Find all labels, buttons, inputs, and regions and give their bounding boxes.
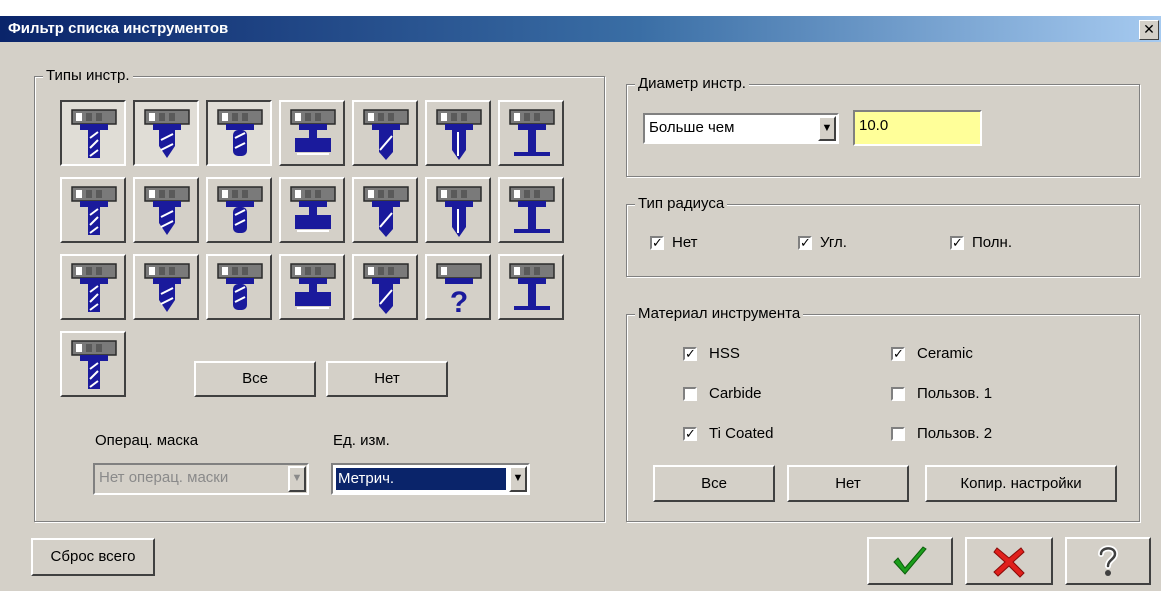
diameter-legend: Диаметр инстр.	[635, 75, 749, 92]
spiral-drill-icon	[71, 340, 117, 389]
units-select[interactable]: Метрич. ▼	[331, 463, 530, 495]
radius-option-label: Полн.	[972, 234, 1012, 251]
radius-option-label: Нет	[672, 234, 698, 251]
cancel-button[interactable]	[965, 537, 1053, 585]
flat-end-mill-icon	[71, 109, 117, 158]
tool-type-button-countersink[interactable]	[498, 254, 564, 320]
radius-option-label: Угл.	[820, 234, 847, 251]
units-label: Ед. изм.	[333, 432, 390, 449]
material-none-button[interactable]: Нет	[787, 465, 909, 502]
tool-types-legend: Типы инстр.	[43, 67, 133, 84]
op-mask-label: Операц. маска	[95, 432, 199, 449]
radius-checkbox[interactable]: ✓	[950, 236, 964, 250]
radius-type-legend: Тип радиуса	[635, 195, 728, 212]
material-option-label: Ti Coated	[709, 425, 774, 442]
tool-type-button-step-drill[interactable]	[279, 254, 345, 320]
engrave-tool-icon	[363, 263, 409, 314]
dialog-window: Фильтр списка инструментов ✕ Типы инстр.	[0, 0, 1161, 591]
unknown-tool-icon: ?	[436, 263, 482, 316]
material-checkbox[interactable]	[683, 387, 697, 401]
slot-mill-icon	[290, 109, 336, 155]
units-value: Метрич.	[335, 467, 507, 491]
copy-settings-button[interactable]: Копир. настройки	[925, 465, 1117, 502]
reamer-icon	[290, 186, 336, 232]
keyseat-cutter-icon	[144, 263, 190, 312]
ok-button[interactable]	[867, 537, 953, 585]
material-checkbox[interactable]	[891, 427, 905, 441]
tool-type-button-reamer[interactable]	[279, 177, 345, 243]
chevron-down-icon: ▼	[509, 466, 527, 492]
question-icon	[1098, 545, 1119, 576]
material-all-button[interactable]: Все	[653, 465, 775, 502]
tool-type-button-drill[interactable]	[352, 100, 418, 166]
tool-type-button-dovetail-mill[interactable]	[133, 177, 199, 243]
op-mask-select[interactable]: Нет операц. маски ▼	[93, 463, 309, 495]
tap-icon	[509, 186, 555, 233]
tool-type-button-bull-nose-mill[interactable]	[206, 100, 272, 166]
tool-type-button-chamfer-mill[interactable]	[60, 177, 126, 243]
x-icon	[993, 547, 1025, 578]
tool-type-button-counterbore[interactable]	[425, 177, 491, 243]
spot-drill-icon	[217, 263, 263, 310]
material-option-label: Ceramic	[917, 345, 973, 362]
tool-type-button-engrave-tool[interactable]	[352, 254, 418, 320]
checkmark-icon	[893, 546, 927, 575]
boring-bar-icon	[363, 186, 409, 237]
diameter-compare-select[interactable]: Больше чем ▼	[643, 113, 839, 144]
tool-type-button-slot-mill[interactable]	[279, 100, 345, 166]
material-legend: Материал инструмента	[635, 305, 804, 322]
radius-checkbox[interactable]: ✓	[798, 236, 812, 250]
top-strip	[0, 0, 1161, 16]
counterbore-icon	[436, 186, 482, 237]
material-checkbox[interactable]: ✓	[683, 347, 697, 361]
window-title: Фильтр списка инструментов	[8, 20, 229, 37]
tool-type-button-center-drill[interactable]	[425, 100, 491, 166]
tool-type-button-flat-end-mill[interactable]	[60, 100, 126, 166]
material-checkbox[interactable]: ✓	[891, 347, 905, 361]
svg-text:?: ?	[450, 286, 468, 316]
tool-type-button-thread-mill[interactable]	[60, 254, 126, 320]
chevron-down-icon: ▼	[288, 466, 306, 492]
bull-nose-mill-icon	[217, 109, 263, 156]
material-option-label: Пользов. 1	[917, 385, 993, 402]
help-button[interactable]	[1065, 537, 1151, 585]
material-option-label: Carbide	[709, 385, 762, 402]
tool-type-button-lollipop-mill[interactable]	[206, 177, 272, 243]
material-checkbox[interactable]	[891, 387, 905, 401]
lollipop-mill-icon	[217, 186, 263, 233]
reset-all-button[interactable]: Сброс всего	[31, 538, 155, 576]
tool-type-button-spot-drill[interactable]	[206, 254, 272, 320]
tool-type-button-ball-end-mill[interactable]	[133, 100, 199, 166]
step-drill-icon	[290, 263, 336, 309]
face-mill-icon	[509, 109, 555, 156]
drill-icon	[363, 109, 409, 160]
diameter-value: 10.0	[859, 117, 889, 134]
center-drill-icon	[436, 109, 482, 160]
diameter-value-input[interactable]: 10.0	[853, 110, 982, 146]
material-option-label: Пользов. 2	[917, 425, 993, 442]
tool-type-button-unknown-tool[interactable]: ?	[425, 254, 491, 320]
diameter-compare-value: Больше чем	[649, 119, 735, 136]
tool-type-button-keyseat-cutter[interactable]	[133, 254, 199, 320]
tool-type-button-face-mill[interactable]	[498, 100, 564, 166]
tool-types-none-button[interactable]: Нет	[326, 361, 448, 397]
title-bar[interactable]: Фильтр списка инструментов ✕	[0, 16, 1161, 42]
material-checkbox[interactable]: ✓	[683, 427, 697, 441]
op-mask-value: Нет операц. маски	[99, 469, 229, 486]
thread-mill-icon	[71, 263, 117, 312]
chamfer-mill-icon	[71, 186, 117, 235]
close-button[interactable]: ✕	[1139, 20, 1159, 40]
dovetail-mill-icon	[144, 186, 190, 235]
material-option-label: HSS	[709, 345, 740, 362]
tool-types-all-button[interactable]: Все	[194, 361, 316, 397]
ball-end-mill-icon	[144, 109, 190, 158]
tool-type-button-tap[interactable]	[498, 177, 564, 243]
radius-checkbox[interactable]: ✓	[650, 236, 664, 250]
tool-type-button-boring-bar[interactable]	[352, 177, 418, 243]
countersink-icon	[509, 263, 555, 310]
chevron-down-icon: ▼	[818, 116, 836, 141]
tool-type-button-spiral-drill[interactable]	[60, 331, 126, 397]
radius-type-group: Тип радиуса	[626, 195, 1140, 277]
